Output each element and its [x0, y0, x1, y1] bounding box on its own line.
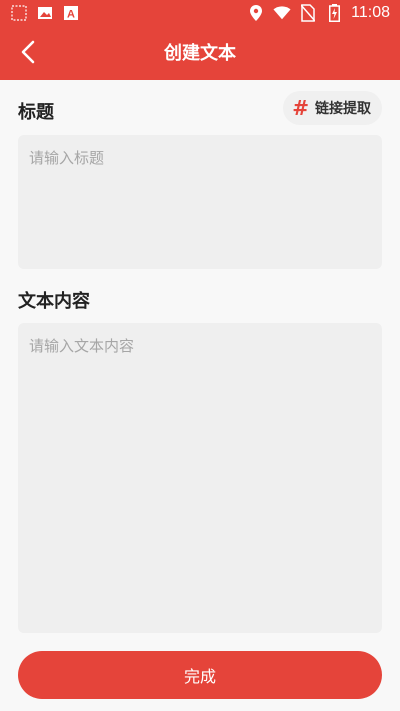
- content-input[interactable]: [18, 323, 382, 633]
- notification-icon: [10, 4, 28, 22]
- title-label: 标题: [18, 102, 54, 123]
- status-left-icons: A: [10, 4, 80, 22]
- status-time: 11:08: [351, 4, 390, 21]
- app-toolbar: 创建文本: [0, 28, 400, 80]
- done-button[interactable]: 完成: [18, 651, 382, 699]
- content-label: 文本内容: [18, 291, 90, 312]
- title-input[interactable]: [18, 135, 382, 269]
- hash-icon: #: [292, 96, 309, 120]
- text-a-icon: A: [62, 4, 80, 22]
- svg-text:A: A: [67, 9, 75, 21]
- content-input-container: [18, 323, 382, 633]
- link-extract-label: 链接提取: [315, 101, 371, 117]
- wifi-icon: [273, 4, 291, 22]
- create-text-screen: A 11:08 创建文本 标题 # 链接提取 请输入标题 文本内容 请输入文本内…: [0, 0, 400, 711]
- page-title: 创建文本: [164, 43, 236, 64]
- location-icon: [247, 4, 265, 22]
- image-icon: [36, 4, 54, 22]
- link-extract-button[interactable]: # 链接提取: [283, 91, 382, 125]
- battery-charging-icon: [325, 4, 343, 22]
- no-sim-icon: [299, 4, 317, 22]
- status-right-icons: 11:08: [247, 4, 390, 22]
- status-bar: A 11:08: [0, 0, 400, 28]
- title-input-container: [18, 135, 382, 269]
